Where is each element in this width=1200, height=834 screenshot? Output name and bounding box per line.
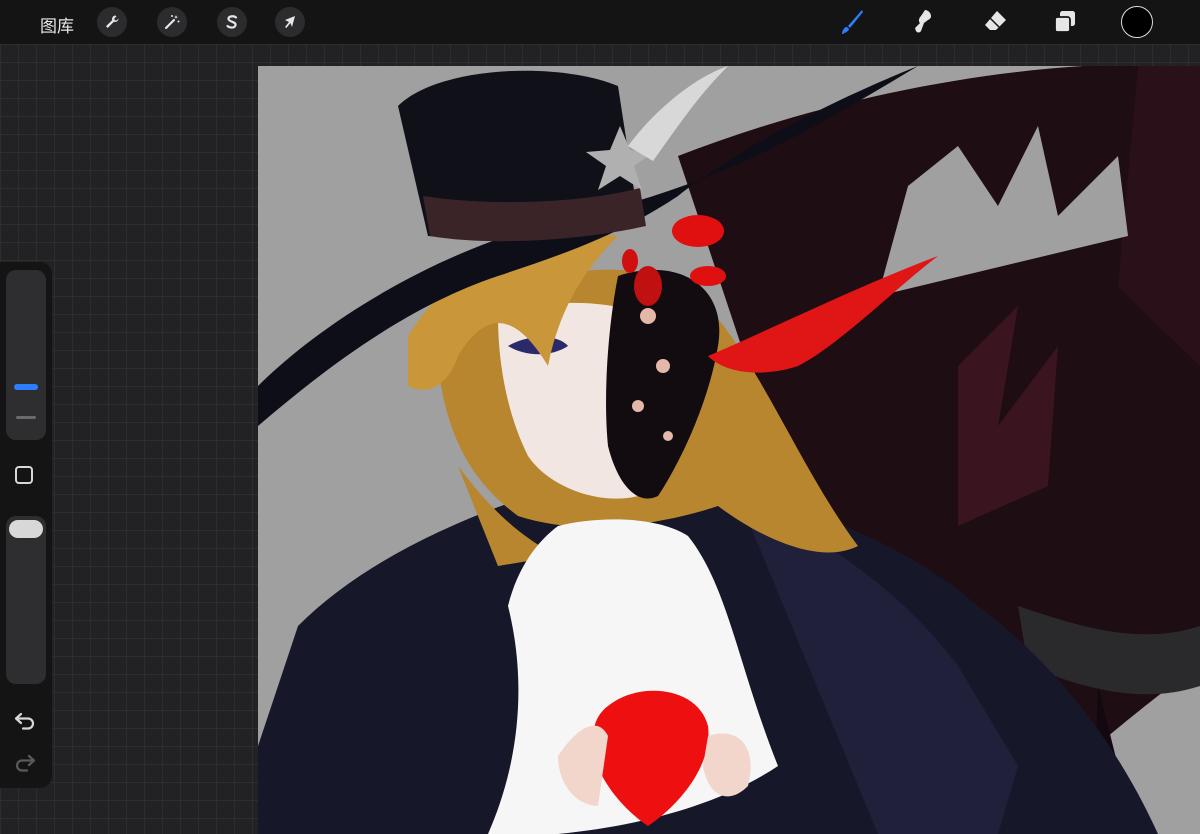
adjustments-button[interactable] xyxy=(157,7,187,37)
layers-button[interactable] xyxy=(1050,7,1080,37)
top-toolbar: 图库 xyxy=(0,0,1200,44)
artwork-illustration xyxy=(258,66,1200,834)
brush-size-thumb[interactable] xyxy=(14,384,38,390)
opacity-thumb[interactable] xyxy=(9,520,43,538)
brush-icon xyxy=(841,10,863,35)
brush-size-tick xyxy=(16,416,36,419)
eraser-icon xyxy=(985,11,1006,30)
paint-tool-button[interactable] xyxy=(836,7,866,37)
wrench-icon xyxy=(106,15,119,28)
opacity-slider[interactable] xyxy=(6,516,46,684)
transform-button[interactable] xyxy=(275,7,305,37)
selection-s-icon xyxy=(226,15,238,29)
selection-button[interactable] xyxy=(217,7,247,37)
color-picker-button[interactable] xyxy=(1121,6,1153,38)
drawing-canvas[interactable] xyxy=(258,66,1200,834)
gallery-button[interactable]: 图库 xyxy=(40,12,74,37)
left-sidebar xyxy=(0,262,52,788)
smudge-tool-button[interactable] xyxy=(908,7,938,37)
brush-size-slider[interactable] xyxy=(6,270,46,440)
redo-icon[interactable] xyxy=(13,752,37,772)
smudge-icon xyxy=(915,10,931,33)
undo-icon[interactable] xyxy=(13,710,37,730)
actions-button[interactable] xyxy=(97,7,127,37)
modify-button[interactable] xyxy=(15,466,33,484)
arrow-cursor-icon xyxy=(285,16,295,28)
erase-tool-button[interactable] xyxy=(980,7,1010,37)
magic-wand-icon xyxy=(164,15,180,30)
layers-icon xyxy=(1054,11,1075,33)
